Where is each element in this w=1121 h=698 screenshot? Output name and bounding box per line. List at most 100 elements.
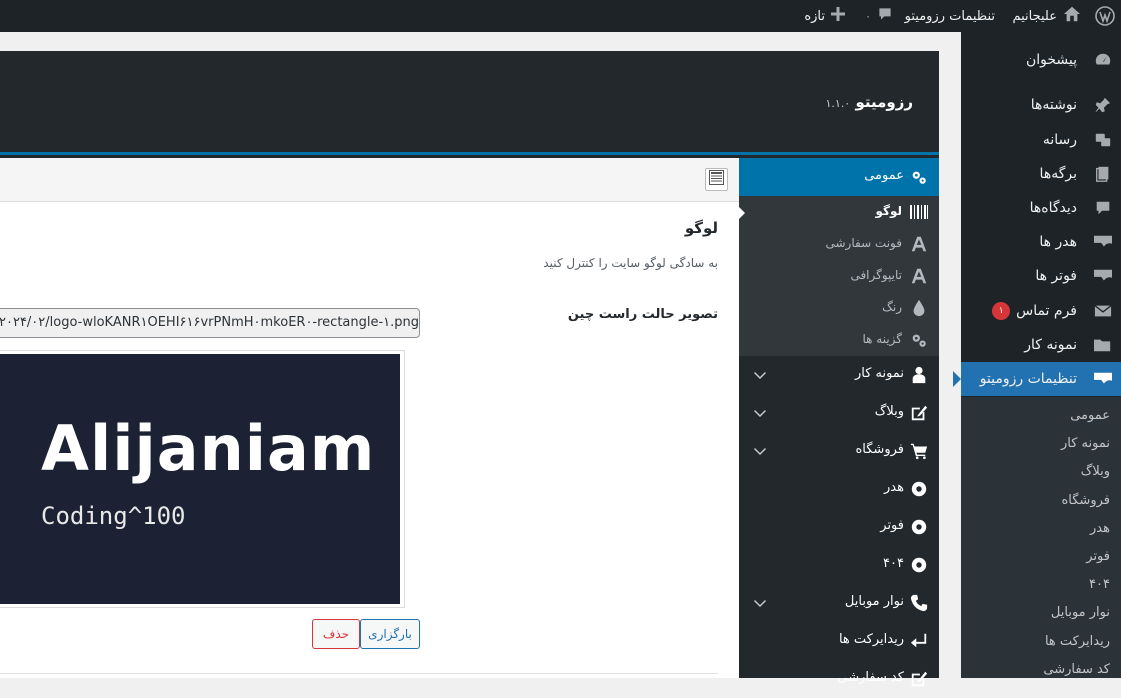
menu-comments[interactable]: دیدگاه‌ها <box>961 191 1121 225</box>
plugin-settings-link[interactable]: تنظیمات رزومیتو <box>905 0 995 32</box>
submenu-header[interactable]: هدر <box>1090 521 1110 541</box>
logo-tagline: Coding^100 <box>41 502 186 530</box>
expand-toggle-button[interactable] <box>705 168 728 191</box>
sidebar-label: هدر <box>884 480 904 495</box>
menu-label: رسانه <box>1042 132 1077 148</box>
menu-label: دیدگاه‌ها <box>1029 200 1077 216</box>
menu-portfolio[interactable]: نمونه کار <box>961 328 1121 362</box>
upload-button[interactable]: بارگزاری <box>360 619 420 649</box>
menu-label: پیشخوان <box>1025 52 1077 68</box>
section-description: به سادگی لوگو سایت را کنترل کنید <box>543 256 718 270</box>
sidebar-subitem-options[interactable]: گزینه ها <box>739 324 939 356</box>
pin-icon <box>1093 95 1113 115</box>
sidebar-item-shop[interactable]: فروشگاه <box>739 432 939 470</box>
sidebar-label: ریدایرکت ها <box>838 632 904 647</box>
sidebar-item-redirects[interactable]: ریدایرکت ها <box>739 622 939 660</box>
comments-count: ۰ <box>865 9 871 23</box>
remove-button[interactable]: حذف <box>312 619 360 649</box>
sidebar-item-footer[interactable]: فوتر <box>739 508 939 546</box>
plugin-settings-label: تنظیمات رزومیتو <box>904 8 995 24</box>
field-divider <box>0 673 718 674</box>
layout-icon <box>709 170 724 189</box>
plus-icon <box>831 7 845 25</box>
logo-text: Alijaniam <box>41 412 376 485</box>
person-icon <box>909 365 929 385</box>
sidebar-item-general[interactable]: عمومی <box>739 158 939 196</box>
menu-pages[interactable]: برگه‌ها <box>961 157 1121 191</box>
sidebar-item-portfolio[interactable]: نمونه کار <box>739 356 939 394</box>
menu-headers[interactable]: هدر ها <box>961 225 1121 259</box>
redirect-icon <box>909 631 929 651</box>
sidebar-subitem-logo[interactable]: لوگو <box>739 196 939 228</box>
wordpress-logo-icon[interactable] <box>1095 0 1115 32</box>
menu-footers[interactable]: فوتر ها <box>961 259 1121 293</box>
sidebar-label: عمومی <box>864 168 904 183</box>
submenu-blog[interactable]: وبلاگ <box>1081 464 1110 484</box>
sidebar-item-custom-code[interactable]: کد سفارشی <box>739 660 939 698</box>
sidebar-sublabel: رنگ <box>882 300 902 314</box>
sidebar-label: نمونه کار <box>855 366 904 381</box>
menu-resumeto-settings[interactable]: تنظیمات رزومیتو <box>953 362 1121 396</box>
sidebar-label: وبلاگ <box>874 404 904 419</box>
admin-bar: علیجانیم تنظیمات رزومیتو ۰ تازه <box>0 0 1121 32</box>
settings-flag-icon <box>1093 369 1113 389</box>
submenu-mobile-bar[interactable]: نوار موبایل <box>1051 605 1110 625</box>
menu-posts[interactable]: نوشته‌ها <box>961 88 1121 122</box>
menu-contact-form[interactable]: فرم تماس ۱ <box>961 294 1121 328</box>
submenu-general[interactable]: عمومی <box>1070 408 1110 428</box>
gear-icon <box>909 479 929 499</box>
site-name: علیجانیم <box>1012 8 1057 24</box>
sidebar-sublabel: فونت سفارشی <box>825 236 902 250</box>
new-content-link[interactable]: تازه <box>804 0 845 32</box>
menu-media[interactable]: رسانه <box>961 123 1121 157</box>
sidebar-sublabel: گزینه ها <box>862 332 902 346</box>
sidebar-item-blog[interactable]: وبلاگ <box>739 394 939 432</box>
header-icon <box>1093 232 1113 252</box>
footer-icon <box>1093 266 1113 286</box>
submenu-shop[interactable]: فروشگاه <box>1061 493 1110 513</box>
phone-icon <box>909 593 929 613</box>
rtl-logo-field-label: تصویر حالت راست چین <box>567 307 718 322</box>
submenu-404[interactable]: ۴۰۴ <box>1089 577 1110 597</box>
comments-link[interactable]: ۰ <box>865 0 893 32</box>
pages-icon <box>1093 164 1113 184</box>
menu-label: فرم تماس <box>1016 303 1077 319</box>
submenu-portfolio[interactable]: نمونه کار <box>1061 436 1110 456</box>
logo-preview-image: Alijaniam Coding^100 <box>0 354 400 604</box>
chevron-down-icon[interactable] <box>753 368 767 382</box>
media-icon <box>1093 130 1113 150</box>
folder-icon <box>1093 335 1113 355</box>
chevron-down-icon[interactable] <box>753 444 767 458</box>
submenu-footer[interactable]: فوتر <box>1086 549 1110 569</box>
chevron-down-icon[interactable] <box>753 406 767 420</box>
sidebar-subitem-color[interactable]: رنگ <box>739 292 939 324</box>
menu-dashboard[interactable]: پیشخوان <box>961 43 1121 77</box>
plugin-content: رزومیتو ۱.۱.۰ عمومی لوگو فونت سفارشی تای… <box>0 51 939 687</box>
admin-submenu: عمومی نمونه کار وبلاگ فروشگاه هدر فوتر ۴… <box>961 397 1121 678</box>
plugin-header: رزومیتو ۱.۱.۰ <box>0 51 939 155</box>
site-name-link[interactable]: علیجانیم <box>1012 0 1081 32</box>
plugin-version: ۱.۱.۰ <box>825 97 851 110</box>
menu-label: هدر ها <box>1039 234 1077 250</box>
code-icon <box>909 669 929 689</box>
sidebar-sublabel: تایپوگرافی <box>850 268 902 282</box>
sidebar-sublabel: لوگو <box>875 204 902 218</box>
gear-icon <box>909 555 929 575</box>
sidebar-item-404[interactable]: ۴۰۴ <box>739 546 939 584</box>
options-panel: لوگو به سادگی لوگو سایت را کنترل کنید تص… <box>0 158 739 678</box>
current-arrow <box>953 371 961 387</box>
logo-preview-frame: Alijaniam Coding^100 <box>0 350 405 608</box>
submenu-custom-code[interactable]: کد سفارشی <box>1043 662 1110 682</box>
submenu-redirects[interactable]: ریدایرکت ها <box>1045 634 1110 654</box>
menu-label: برگه‌ها <box>1039 166 1077 182</box>
options-sidebar: عمومی لوگو فونت سفارشی تایپوگرافی رنگ گز… <box>739 158 939 687</box>
chevron-down-icon[interactable] <box>753 596 767 610</box>
sidebar-subitem-custom-font[interactable]: فونت سفارشی <box>739 228 939 260</box>
sidebar-item-header[interactable]: هدر <box>739 470 939 508</box>
font-icon <box>909 266 929 286</box>
logo-url-field[interactable]: ۲۰۲۴/۰۲/logo-wloKANR۱OEHI۶۱۶vrPNmH۰mkoER… <box>0 308 420 338</box>
current-subitem-arrow <box>739 207 745 219</box>
new-label: تازه <box>804 8 825 24</box>
sidebar-subitem-typography[interactable]: تایپوگرافی <box>739 260 939 292</box>
sidebar-item-mobile-bar[interactable]: نوار موبایل <box>739 584 939 622</box>
